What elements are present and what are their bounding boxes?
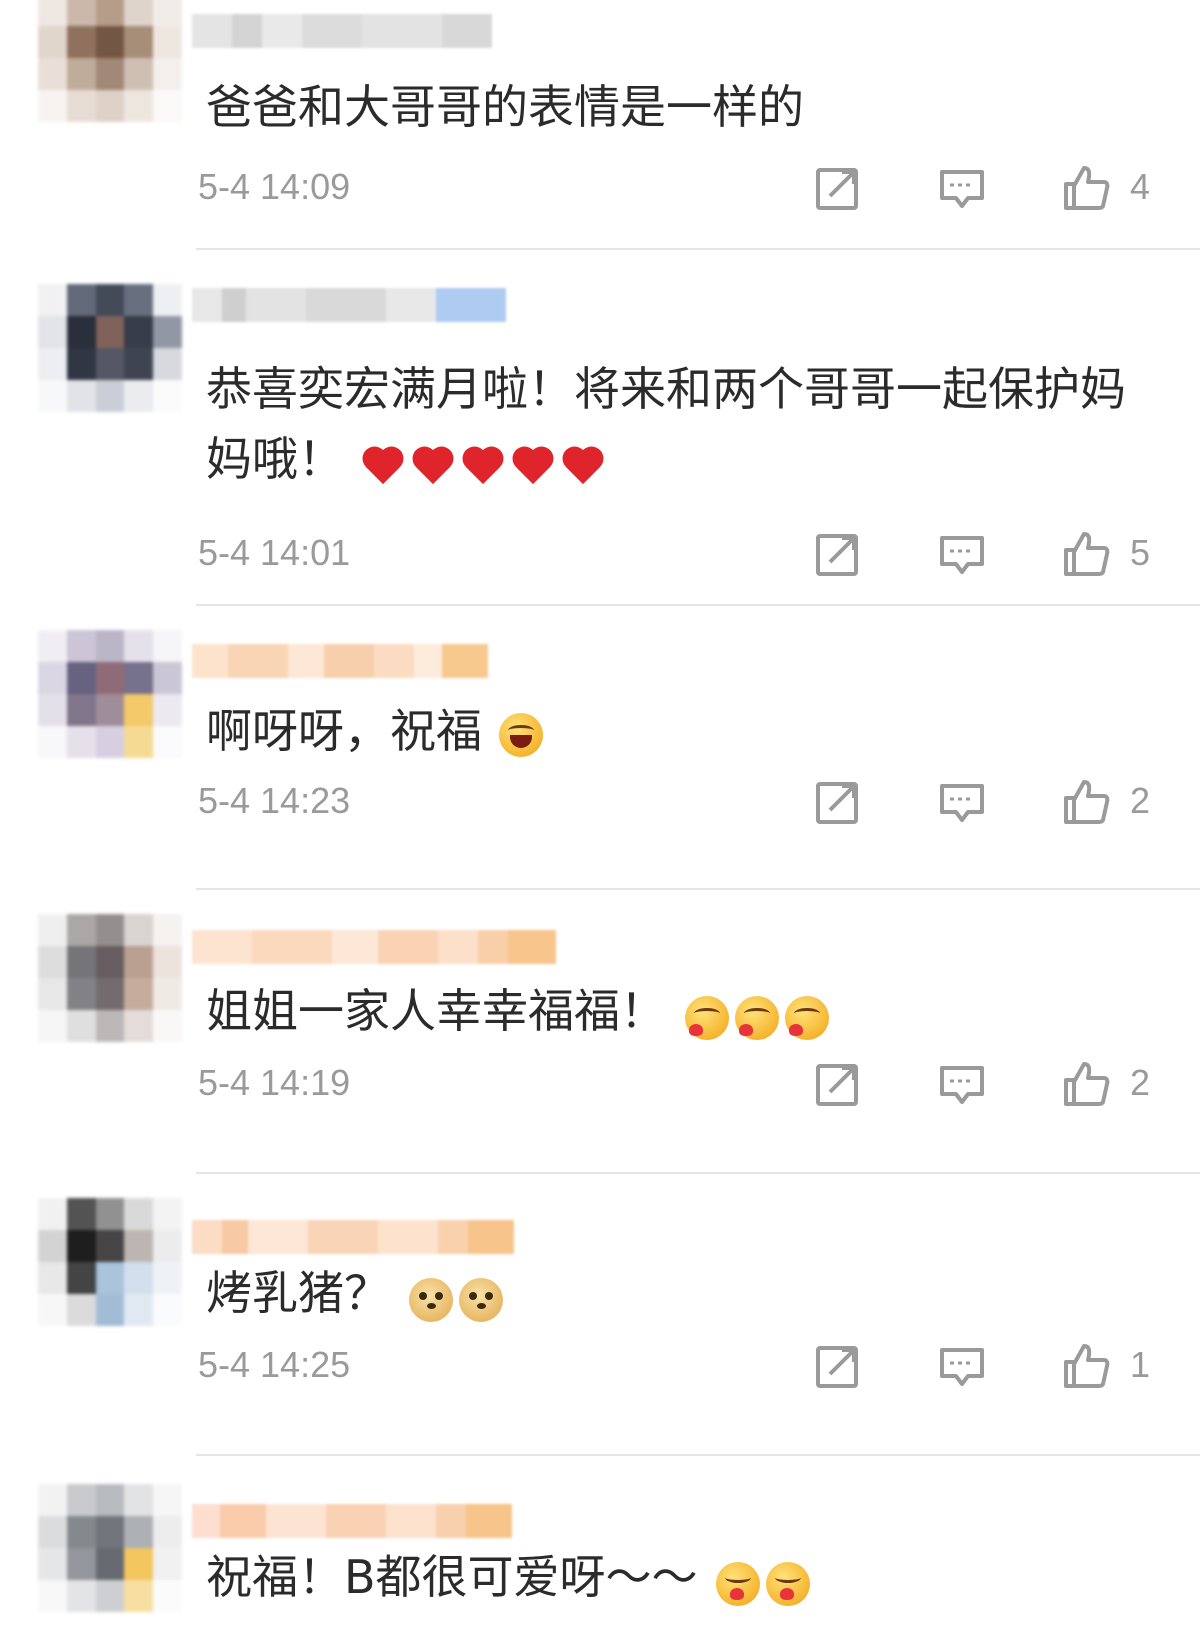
thumbs-up-icon[interactable] xyxy=(1062,1342,1110,1390)
comment-time: 5-4 14:19 xyxy=(198,1062,351,1103)
thumbs-up-icon[interactable] xyxy=(1062,778,1110,826)
comment-icon[interactable] xyxy=(938,1342,986,1390)
divider xyxy=(196,1454,1200,1456)
username[interactable] xyxy=(192,1504,512,1538)
comment-text-content: 烤乳猪？ xyxy=(206,1266,390,1320)
avatar[interactable] xyxy=(38,284,182,412)
comment-text: 祝福！B都很可爱呀～～ xyxy=(206,1542,1166,1616)
hugging-heart-emoji xyxy=(684,996,729,1040)
comment-text: 爸爸和大哥哥的表情是一样的 xyxy=(206,72,1166,142)
comment-text-content: 姐姐一家人幸幸福福！ xyxy=(206,984,666,1038)
thumbs-up-icon[interactable] xyxy=(1062,164,1110,212)
comment-text-content: 啊呀呀，祝福 xyxy=(206,704,482,758)
share-icon[interactable] xyxy=(814,530,862,578)
avatar[interactable] xyxy=(38,1484,182,1612)
hugging-heart-emoji xyxy=(766,1562,811,1606)
divider xyxy=(196,604,1200,606)
comment-text: 姐姐一家人幸幸福福！ xyxy=(206,976,1166,1050)
red-heart-emoji xyxy=(461,446,505,486)
doge-emoji xyxy=(408,1278,453,1322)
red-heart-emoji xyxy=(361,446,405,486)
laughing-emoji xyxy=(498,712,543,757)
heart-emoji-group xyxy=(361,428,611,498)
comment-text-content: 爸爸和大哥哥的表情是一样的 xyxy=(206,80,804,134)
comment-text-content: 恭喜奕宏满月啦！将来和两个哥哥一起保护妈妈哦！ xyxy=(206,362,1126,486)
like-count: 2 xyxy=(1130,780,1151,821)
comment-time: 5-4 14:25 xyxy=(198,1344,351,1385)
username[interactable] xyxy=(192,1220,514,1254)
comment-time: 5-4 14:09 xyxy=(198,166,351,207)
doge-emoji-group xyxy=(407,1262,507,1332)
comment-text: 烤乳猪？ xyxy=(206,1258,1166,1332)
username[interactable] xyxy=(192,288,506,322)
red-heart-emoji xyxy=(561,446,605,486)
avatar[interactable] xyxy=(38,630,182,758)
avatar[interactable] xyxy=(38,1198,182,1326)
love-emoji-group xyxy=(683,980,833,1050)
username[interactable] xyxy=(192,644,488,678)
comment-icon[interactable] xyxy=(938,164,986,212)
avatar[interactable] xyxy=(38,0,182,122)
comment-icon[interactable] xyxy=(938,778,986,826)
like-count: 4 xyxy=(1130,166,1151,207)
thumbs-up-icon[interactable] xyxy=(1062,1060,1110,1108)
like-count: 2 xyxy=(1130,1062,1151,1103)
share-icon[interactable] xyxy=(814,1060,862,1108)
hugging-heart-emoji xyxy=(716,1562,761,1606)
thumbs-up-icon[interactable] xyxy=(1062,530,1110,578)
share-icon[interactable] xyxy=(814,778,862,826)
red-heart-emoji xyxy=(411,446,455,486)
comment-time: 5-4 14:01 xyxy=(198,532,351,573)
comment-text: 啊呀呀，祝福 xyxy=(206,696,1166,766)
doge-emoji xyxy=(458,1278,503,1322)
username[interactable] xyxy=(192,14,492,48)
like-count: 5 xyxy=(1130,532,1151,573)
comment-time: 5-4 14:23 xyxy=(198,780,351,821)
divider xyxy=(196,888,1200,890)
hugging-heart-emoji xyxy=(784,996,829,1040)
love-emoji-group xyxy=(714,1546,814,1616)
red-heart-emoji xyxy=(511,446,555,486)
comment-icon[interactable] xyxy=(938,1060,986,1108)
username[interactable] xyxy=(192,930,556,964)
comment-icon[interactable] xyxy=(938,530,986,578)
divider xyxy=(196,1172,1200,1174)
avatar[interactable] xyxy=(38,914,182,1042)
share-icon[interactable] xyxy=(814,164,862,212)
divider xyxy=(196,248,1200,250)
comment-text-content: 祝福！B都很可爱呀～～ xyxy=(206,1550,698,1604)
share-icon[interactable] xyxy=(814,1342,862,1390)
like-count: 1 xyxy=(1130,1344,1151,1385)
comment-text: 恭喜奕宏满月啦！将来和两个哥哥一起保护妈妈哦！ xyxy=(206,354,1166,498)
hugging-heart-emoji xyxy=(734,996,779,1040)
